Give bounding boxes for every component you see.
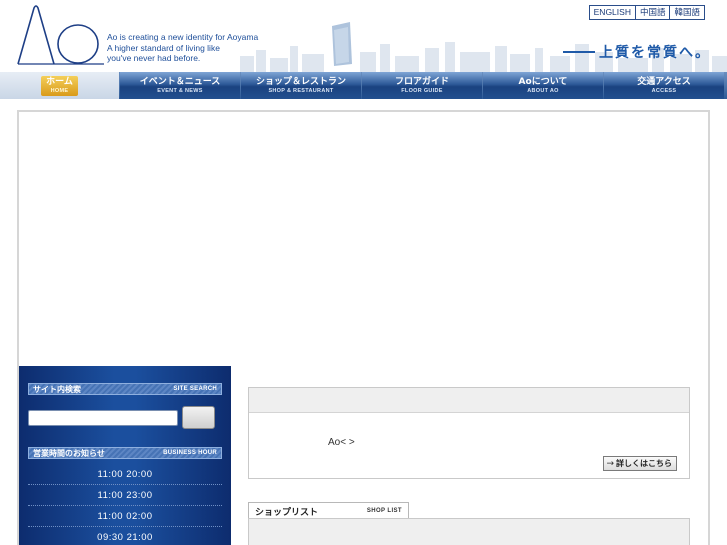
nav-label-en: FLOOR GUIDE [401,87,443,94]
slogan: 上質を常質へ。 [563,42,711,62]
tagline-line: A higher standard of living like [107,42,220,53]
info-text: Ao< > [328,437,355,448]
site-tagline: Ao is creating a new identity for Aoyama… [107,32,258,64]
lang-english-link[interactable]: ENGLISH [589,6,635,19]
sidebar-panel: サイト内検索 SITE SEARCH 営業時間のお知らせ BUSINESS HO… [19,366,231,545]
site-search-header: サイト内検索 SITE SEARCH [28,383,222,395]
nav-event-news[interactable]: イベント＆ニュース EVENT & NEWS [120,72,240,99]
arrow-right-icon: → [606,458,614,469]
nav-label-en: EVENT & NEWS [157,87,203,94]
slogan-text: 上質を常質へ。 [599,45,711,61]
nav-home[interactable]: ホーム HOME [0,72,119,99]
slogan-rule [563,51,595,53]
site-search-title-en: SITE SEARCH [173,386,217,392]
tagline-line: you've never had before. [107,53,201,63]
nav-label-jp: ホーム [46,76,73,87]
ao-logo[interactable] [14,4,106,66]
lang-chinese-link[interactable]: 中国語 [634,6,670,19]
site-header: Ao is creating a new identity for Aoyama… [0,0,727,72]
site-search-title: サイト内検索 [33,384,81,394]
business-hour-row: 11:00 20:00 [28,464,222,485]
more-details-label: 詳しくはこちら [616,459,672,468]
info-box: Ao< > → 詳しくはこちら [248,387,690,479]
info-box-header [249,388,689,413]
site-search-input[interactable] [28,410,178,426]
nav-about-ao[interactable]: Aoについて ABOUT AO [483,72,603,99]
business-hour-header: 営業時間のお知らせ BUSINESS HOUR [28,447,222,459]
business-hour-title: 営業時間のお知らせ [33,448,105,458]
business-hour-row: 11:00 02:00 [28,506,222,527]
nav-access[interactable]: 交通アクセス ACCESS [604,72,724,99]
nav-shop-restaurant[interactable]: ショップ＆レストラン SHOP & RESTAURANT [241,72,361,99]
lang-korean-link[interactable]: 韓国語 [669,6,704,19]
tab-shop-list[interactable]: ショップリスト SHOP LIST [248,502,409,519]
nav-label-en: ACCESS [651,87,677,94]
nav-home-badge: ホーム HOME [41,75,78,96]
nav-label-en: ABOUT AO [527,87,559,94]
shop-list-panel [248,518,690,545]
nav-label-jp: ショップ＆レストラン [255,76,346,87]
business-hour-list: 11:00 20:00 11:00 23:00 11:00 02:00 09:3… [28,464,222,545]
business-hour-row: 09:30 21:00 [28,527,222,545]
language-switcher: ENGLISH 中国語 韓国語 [588,5,705,20]
nav-label-en: SHOP & RESTAURANT [268,87,334,94]
nav-label-jp: Aoについて [518,76,568,87]
site-search-button[interactable] [182,406,215,429]
shop-list-title-en: SHOP LIST [366,508,402,514]
nav-label-jp: 交通アクセス [637,76,691,87]
nav-label-jp: イベント＆ニュース [139,76,221,87]
more-details-button[interactable]: → 詳しくはこちら [603,456,677,471]
nav-label-en: HOME [50,87,69,94]
shop-list-title: ショップリスト [255,507,319,518]
nav-label-jp: フロアガイド [394,76,449,87]
business-hour-title-en: BUSINESS HOUR [163,450,217,456]
nav-floor-guide[interactable]: フロアガイド FLOOR GUIDE [362,72,482,99]
main-nav: ホーム HOME イベント＆ニュース EVENT & NEWS ショップ＆レスト… [0,72,727,99]
business-hour-row: 11:00 23:00 [28,485,222,506]
tagline-line: Ao is creating a new identity for Aoyama [107,32,259,42]
